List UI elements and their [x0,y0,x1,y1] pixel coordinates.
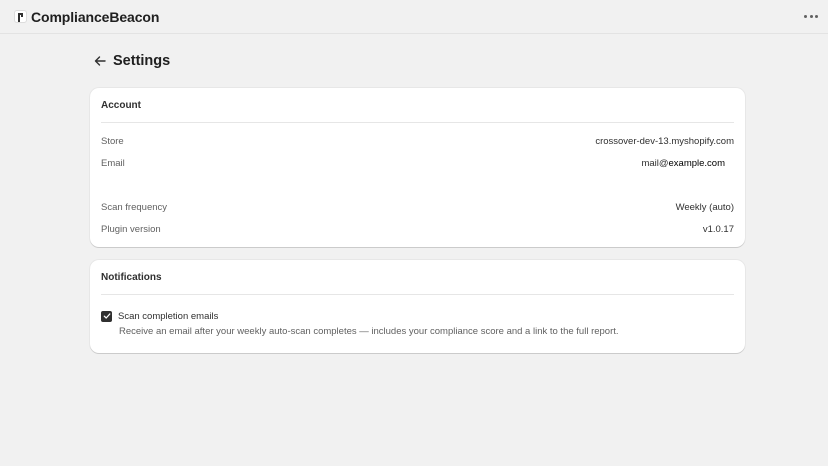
beacon-logo-icon [14,10,27,23]
more-actions-button[interactable] [804,9,818,23]
account-card-title: Account [101,88,734,123]
email-user: mail@ [641,157,669,169]
scan-emails-description: Receive an email after your weekly auto-… [119,326,619,337]
back-button[interactable] [92,53,108,69]
scan-emails-label[interactable]: Scan completion emails [118,311,218,322]
page-title: Settings [113,53,171,69]
plugin-version-label: Plugin version [101,223,161,235]
email-label: Email [101,157,125,169]
app-title: ComplianceBeacon [31,8,160,25]
store-row: Store crossover-dev-13.myshopify.com [101,130,734,152]
scan-emails-checkbox[interactable] [101,310,112,322]
scan-emails-option: Scan completion emails [101,309,734,323]
notifications-card: Notifications Scan completion emails Rec… [90,260,745,353]
arrow-left-icon [94,56,106,66]
scan-frequency-row: Scan frequency Weekly (auto) [101,196,734,218]
email-domain: example.com [668,157,726,169]
email-value: mail@example.com [641,158,734,169]
account-card: Account Store crossover-dev-13.myshopify… [90,88,745,247]
store-label: Store [101,135,124,147]
plugin-version-row: Plugin version v1.0.17 [101,218,734,240]
store-value: crossover-dev-13.myshopify.com [595,135,734,147]
page-header: Settings [92,50,170,72]
plugin-version-value: v1.0.17 [702,223,734,235]
email-row: Email mail@example.com [101,152,734,174]
scan-frequency-value: Weekly (auto) [675,201,734,213]
checkmark-icon [103,313,110,319]
ellipsis-icon [804,14,807,18]
notifications-card-title: Notifications [101,260,734,295]
scan-frequency-label: Scan frequency [101,201,168,213]
top-bar: ComplianceBeacon [0,0,828,34]
